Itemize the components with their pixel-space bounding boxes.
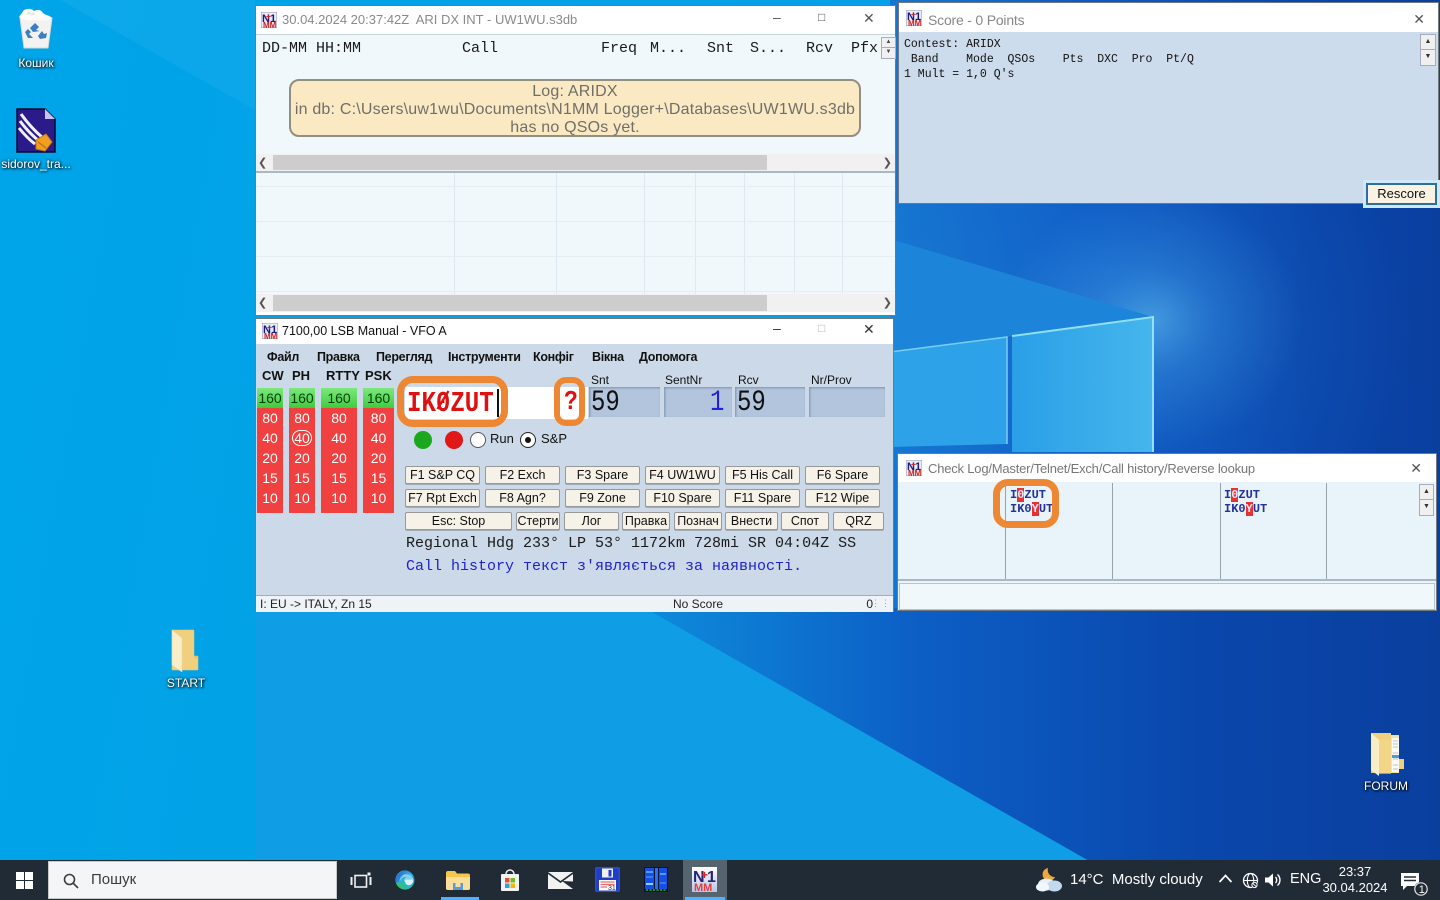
svg-text:+: + — [701, 868, 708, 882]
svg-text:+: + — [267, 323, 272, 332]
svg-text:1: 1 — [1419, 884, 1425, 896]
svg-text:MM: MM — [263, 21, 277, 28]
svg-text:MM: MM — [908, 19, 922, 26]
svg-text:+: + — [911, 460, 916, 469]
svg-text:31: 31 — [608, 885, 616, 892]
svg-text:MM: MM — [908, 469, 922, 476]
svg-text:+: + — [266, 12, 271, 21]
svg-text:MM: MM — [264, 332, 278, 339]
svg-text:MM: MM — [694, 882, 712, 892]
svg-text:+: + — [911, 10, 916, 19]
